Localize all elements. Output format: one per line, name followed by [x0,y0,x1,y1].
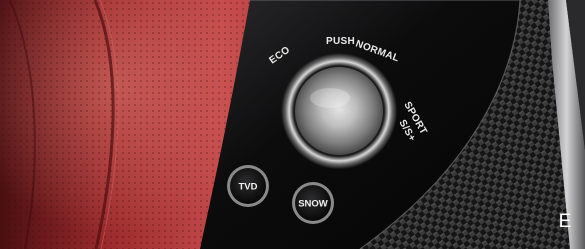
snow-button-label: SNOW [298,199,328,210]
drive-mode-knob[interactable] [295,67,383,155]
console-illustration: ECO PUSH NORMAL SPORT S/S+ TVD SNOW [0,0,585,249]
corner-letter: E [558,211,572,232]
drive-mode-console-photo: ECO PUSH NORMAL SPORT S/S+ TVD SNOW [0,0,585,249]
label-push: PUSH [326,36,355,47]
tvd-button-label: TVD [239,182,258,193]
